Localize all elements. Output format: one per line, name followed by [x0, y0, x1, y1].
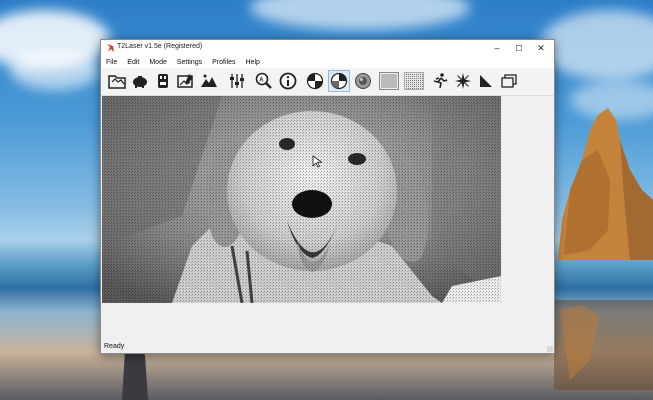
save-button[interactable] [129, 70, 151, 92]
app-window: T2Laser v1.5e (Registered) – ☐ ✕ File Ed… [100, 39, 555, 354]
menu-help[interactable]: Help [241, 59, 265, 66]
landscape-button[interactable] [198, 70, 220, 92]
image-edit-icon [177, 74, 193, 88]
wedge-button[interactable] [475, 70, 497, 92]
menu-bar: File Edit Mode Settings Profiles Help [101, 56, 554, 68]
status-text: Ready [104, 343, 125, 350]
dots-pattern-icon [404, 72, 424, 90]
app-logo-icon [107, 44, 114, 52]
landscape-image-icon [201, 74, 217, 87]
wedge-icon [480, 75, 492, 87]
frames-button[interactable] [498, 70, 520, 92]
dither-mode-1-button[interactable] [304, 70, 326, 92]
usb-device-icon [158, 74, 168, 88]
menu-edit[interactable]: Edit [122, 59, 144, 66]
window-title: T2Laser v1.5e (Registered) [117, 43, 203, 50]
menu-profiles[interactable]: Profiles [207, 59, 240, 66]
status-bar: Ready [101, 342, 554, 353]
info-button[interactable] [277, 70, 299, 92]
close-button[interactable]: ✕ [529, 40, 553, 56]
menu-settings[interactable]: Settings [172, 59, 207, 66]
adjustments-button[interactable] [226, 70, 248, 92]
title-bar[interactable]: T2Laser v1.5e (Registered) – ☐ ✕ [101, 40, 554, 56]
dither-mode-2-icon [330, 72, 348, 90]
minimize-button[interactable]: – [485, 40, 509, 56]
dither-mode-1-icon [306, 72, 324, 90]
lines-pattern-button[interactable] [377, 70, 401, 92]
zoom-button[interactable]: A [253, 70, 275, 92]
maximize-button[interactable]: ☐ [507, 40, 531, 56]
toolbar: A [101, 68, 554, 96]
grayscale-button[interactable] [352, 70, 374, 92]
info-icon [279, 72, 297, 90]
lines-pattern-icon [379, 72, 399, 90]
grayscale-circle-icon [355, 73, 371, 89]
open-folder-icon [108, 75, 126, 89]
cloud [540, 10, 653, 80]
center-button[interactable] [452, 70, 474, 92]
window-frames-icon [501, 74, 517, 88]
menu-file[interactable]: File [101, 59, 122, 66]
dither-mode-2-button[interactable] [328, 70, 350, 92]
image-edit-button[interactable] [175, 70, 197, 92]
image-canvas[interactable] [101, 96, 554, 346]
dots-pattern-button[interactable] [402, 70, 426, 92]
zoom-icon: A [255, 72, 272, 89]
rock-formation [554, 108, 653, 390]
cloud [250, 0, 470, 30]
sliders-icon [230, 74, 244, 88]
run-button[interactable] [429, 70, 451, 92]
save-piggy-icon [133, 76, 147, 88]
running-man-icon [433, 73, 448, 89]
cloud [10, 50, 100, 90]
svg-text:A: A [259, 78, 264, 84]
resize-grip[interactable] [547, 346, 553, 352]
dithered-puppy-image [102, 96, 501, 303]
open-folder-button[interactable] [106, 70, 128, 92]
device-button[interactable] [152, 70, 174, 92]
menu-mode[interactable]: Mode [144, 59, 172, 66]
compass-icon [455, 73, 471, 89]
